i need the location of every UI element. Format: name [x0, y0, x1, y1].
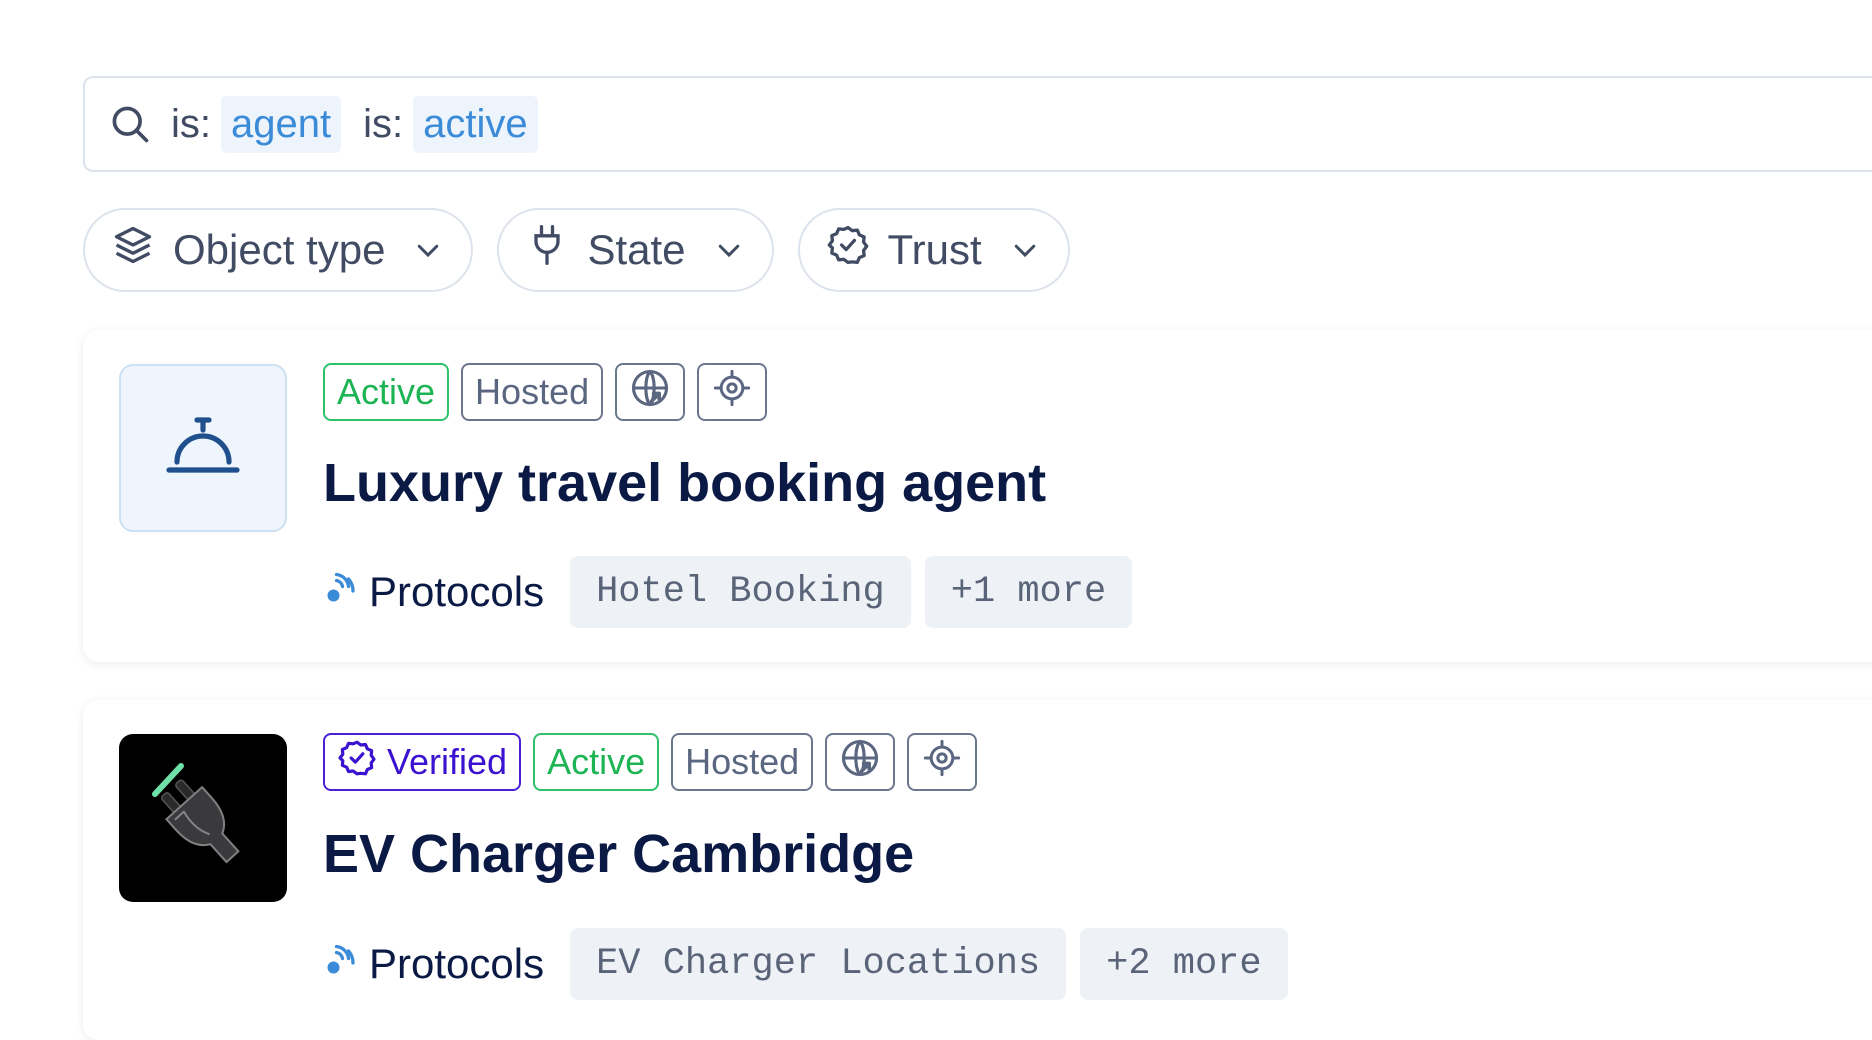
layers-icon: [111, 223, 155, 277]
plug-icon: [525, 223, 569, 277]
protocols-label: Protocols: [323, 568, 544, 616]
protocols-row: Protocols EV Charger Locations +2 more: [323, 928, 1288, 1000]
search-prefix: is:: [171, 101, 211, 146]
state-filter-label: State: [587, 226, 686, 273]
protocols-row: Protocols Hotel Booking +1 more: [323, 556, 1133, 628]
globe-icon: [838, 736, 882, 789]
hosted-badge: Hosted: [671, 733, 814, 791]
protocols-label-text: Protocols: [369, 940, 545, 987]
result-card[interactable]: Verified Active Hosted EV Charger Cambri…: [83, 700, 1872, 1040]
result-card[interactable]: Active Hosted Luxury travel booking agen…: [83, 330, 1872, 662]
search-token-type[interactable]: agent: [221, 95, 342, 153]
search-prefix: is:: [363, 101, 404, 146]
badge-row: Active Hosted: [323, 363, 768, 421]
active-badge-label: Active: [337, 371, 436, 412]
more-protocols-chip[interactable]: +2 more: [1080, 928, 1288, 1000]
verified-badge-label: Verified: [387, 741, 508, 782]
object-type-filter-label: Object type: [173, 226, 386, 273]
hosted-badge-label: Hosted: [475, 371, 590, 412]
search-icon: [105, 99, 155, 149]
protocols-label: Protocols: [323, 940, 544, 988]
protocol-chip[interactable]: Hotel Booking: [570, 556, 911, 628]
search-token-state[interactable]: active: [413, 95, 538, 153]
result-title[interactable]: EV Charger Cambridge: [323, 823, 914, 885]
globe-badge: [825, 733, 896, 791]
target-badge: [907, 733, 978, 791]
ev-plug-icon: [119, 734, 287, 902]
active-badge-label: Active: [547, 741, 646, 782]
badge-row: Verified Active Hosted: [323, 733, 978, 791]
trust-filter[interactable]: Trust: [797, 208, 1070, 292]
agent-thumbnail: [119, 364, 287, 532]
chevron-down-icon: [1008, 233, 1042, 267]
target-icon: [712, 368, 752, 417]
chevron-down-icon: [411, 233, 445, 267]
service-bell-icon: [163, 414, 243, 483]
agent-thumbnail: [119, 734, 287, 902]
globe-badge: [615, 363, 686, 421]
satellite-icon: [323, 568, 359, 616]
globe-icon: [628, 366, 672, 419]
object-type-filter[interactable]: Object type: [83, 208, 474, 292]
more-protocols-chip[interactable]: +1 more: [924, 556, 1133, 628]
verified-badge: Verified: [323, 733, 522, 791]
chevron-down-icon: [712, 233, 746, 267]
active-badge: Active: [323, 363, 450, 421]
hosted-badge-label: Hosted: [685, 741, 800, 782]
active-badge: Active: [533, 733, 660, 791]
badge-check-icon: [337, 738, 377, 787]
badge-check-icon: [826, 223, 870, 277]
target-badge: [697, 363, 768, 421]
protocols-label-text: Protocols: [369, 568, 545, 615]
trust-filter-label: Trust: [887, 226, 982, 273]
search-bar[interactable]: is: agent is: active: [83, 76, 1872, 172]
target-icon: [922, 738, 962, 787]
satellite-icon: [323, 940, 359, 988]
result-title[interactable]: Luxury travel booking agent: [323, 452, 1046, 514]
protocol-chip[interactable]: EV Charger Locations: [570, 928, 1067, 1000]
state-filter[interactable]: State: [497, 208, 774, 292]
filter-bar: Object type State Trust: [83, 208, 1070, 292]
hosted-badge: Hosted: [461, 363, 604, 421]
